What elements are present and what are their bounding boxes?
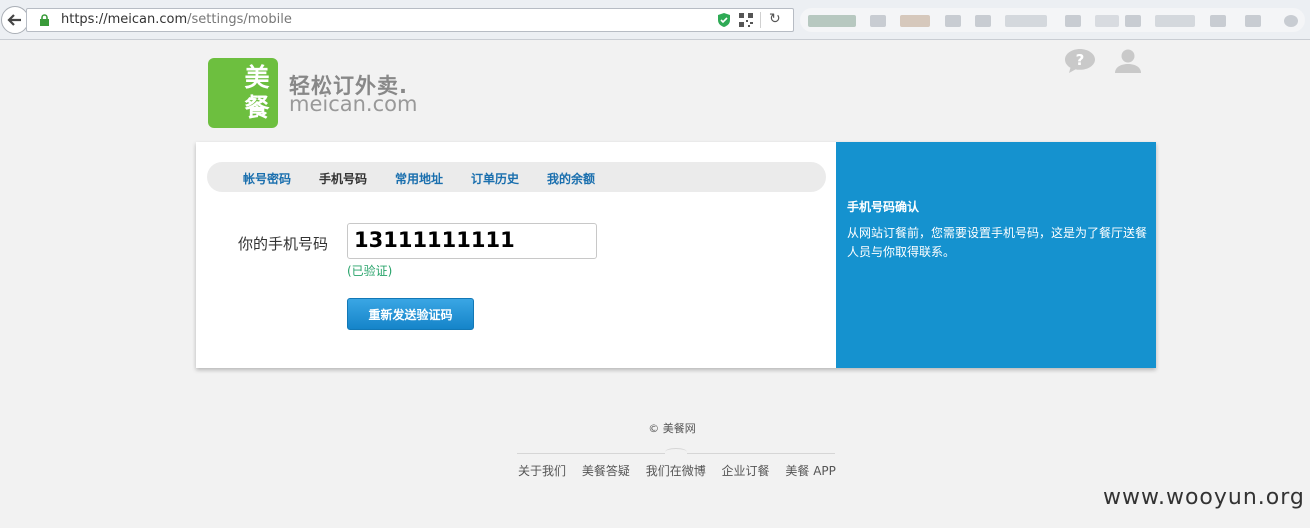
info-panel: 手机号码确认 从网站订餐前，您需要设置手机号码，这是为了餐厅送餐人员与你取得联系… xyxy=(836,142,1156,368)
footer-link-enterprise[interactable]: 企业订餐 xyxy=(722,464,770,478)
shield-icon[interactable] xyxy=(717,12,731,28)
blurred-icon xyxy=(1125,15,1141,27)
reload-icon[interactable]: ↻ xyxy=(769,11,781,27)
phone-label: 你的手机号码 xyxy=(238,235,329,253)
back-button[interactable] xyxy=(1,6,29,34)
tab-balance[interactable]: 我的余额 xyxy=(547,170,595,187)
blurred-icon xyxy=(975,15,991,27)
help-icon[interactable]: ? xyxy=(1064,48,1096,74)
menu-icon[interactable] xyxy=(1284,15,1298,27)
copyright: © 美餐网 xyxy=(648,422,696,435)
url-separator xyxy=(760,12,761,28)
lock-icon xyxy=(40,14,49,26)
logo-domain: meican.com xyxy=(289,92,418,116)
logo-char-bottom: 餐 xyxy=(244,93,270,122)
tab-mobile[interactable]: 手机号码 xyxy=(319,170,367,187)
footer-link-app[interactable]: 美餐 APP xyxy=(785,464,836,478)
tab-account-password[interactable]: 帐号密码 xyxy=(243,170,291,187)
resend-code-button[interactable]: 重新发送验证码 xyxy=(347,298,474,330)
verified-status: (已验证) xyxy=(347,264,393,278)
phone-input[interactable]: 13111111111 xyxy=(347,223,597,259)
url-text: https://meican.com/settings/mobile xyxy=(61,12,292,27)
blurred-icon xyxy=(1065,15,1081,27)
footer-links: 关于我们 美餐答疑 我们在微博 企业订餐 美餐 APP xyxy=(518,462,848,479)
blurred-icon xyxy=(1210,15,1226,27)
blurred-icon xyxy=(1245,15,1261,27)
user-icon[interactable] xyxy=(1113,48,1143,74)
settings-tabs: 帐号密码 手机号码 常用地址 订单历史 我的余额 xyxy=(207,162,826,192)
blurred-icon xyxy=(808,15,856,27)
svg-text:?: ? xyxy=(1076,51,1085,69)
footer-divider-notch xyxy=(665,448,687,456)
extension-area xyxy=(800,8,1305,32)
blurred-icon xyxy=(900,15,930,27)
watermark: www.wooyun.org xyxy=(1103,485,1305,510)
logo[interactable]: 美 餐 xyxy=(208,58,278,128)
blurred-icon xyxy=(1155,15,1195,27)
tab-order-history[interactable]: 订单历史 xyxy=(471,170,519,187)
qr-code-icon[interactable] xyxy=(739,13,753,27)
address-bar[interactable]: https://meican.com/settings/mobile ↻ xyxy=(26,8,794,32)
settings-card: 帐号密码 手机号码 常用地址 订单历史 我的余额 你的手机号码 13111111… xyxy=(196,142,1156,368)
logo-char-top: 美 xyxy=(244,63,270,92)
browser-toolbar: https://meican.com/settings/mobile ↻ xyxy=(0,0,1310,40)
footer-link-faq[interactable]: 美餐答疑 xyxy=(582,464,630,478)
back-arrow-icon xyxy=(7,14,21,26)
footer-link-weibo[interactable]: 我们在微博 xyxy=(646,464,706,478)
info-panel-title: 手机号码确认 xyxy=(847,200,920,214)
blurred-icon xyxy=(945,15,961,27)
tab-addresses[interactable]: 常用地址 xyxy=(395,170,443,187)
info-panel-description: 从网站订餐前，您需要设置手机号码，这是为了餐厅送餐人员与你取得联系。 xyxy=(847,226,1148,259)
blurred-icon xyxy=(1095,15,1119,27)
blurred-icon xyxy=(870,15,886,27)
blurred-icon xyxy=(1005,15,1047,27)
footer-link-about[interactable]: 关于我们 xyxy=(518,464,566,478)
